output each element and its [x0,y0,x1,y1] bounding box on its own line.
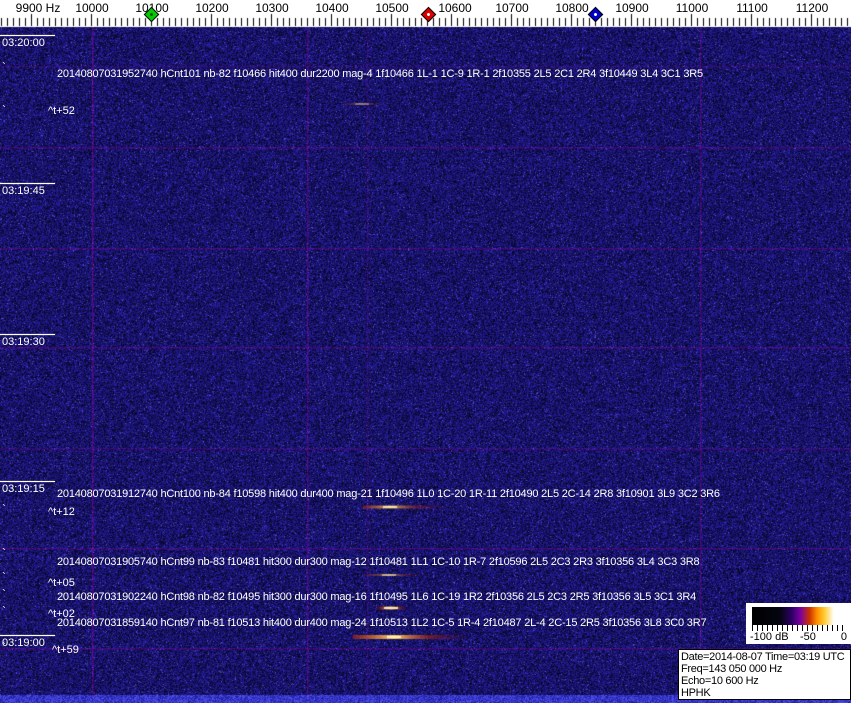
blue-marker-dot [593,12,597,16]
time-label: 03:19:15 [2,483,45,495]
freq-tick-label: 10800 [555,1,588,15]
detection-log-line: 20140807031905740 hCnt99 nb-83 f10481 hi… [57,556,699,568]
edge-tick-mark: ` [2,63,6,71]
edge-tick-mark: ` [2,106,6,114]
freq-tick-label: 10700 [495,1,528,15]
info-echo: Echo=10 600 Hz [681,675,848,687]
freq-tick-label: 10600 [438,1,471,15]
time-offset-marker: ^t+02 [48,608,75,620]
detection-log-line: 20140807031912740 hCnt100 nb-84 f10598 h… [57,488,720,500]
time-tick-line [0,334,55,335]
status-info-box: Date=2014-08-07 Time=03:19 UTC Freq=143 … [678,649,851,700]
detection-log-line: 20140807031859140 hCnt97 nb-81 f10513 hi… [57,617,706,629]
edge-tick-mark: ` [2,505,6,513]
info-frequency: Freq=143 050 000 Hz [681,663,848,675]
red-marker-dot [426,12,430,16]
freq-tick-label: 10200 [195,1,228,15]
time-offset-marker: ^t+12 [48,506,75,518]
time-tick-line [0,481,55,482]
freq-tick-label: 11000 [676,1,708,15]
scale-mid-label: -50 [800,631,816,643]
edge-tick-mark: ` [2,643,6,651]
meteor-echo-spectrogram-window: 9900 Hz100001010010200103001040010500106… [0,0,851,703]
db-color-scale: -100 dB -50 0 [746,603,851,644]
edge-tick-mark: ` [2,590,6,598]
detection-log-line: 20140807031902240 hCnt98 nb-82 f10495 hi… [57,591,696,603]
info-date-time: Date=2014-08-07 Time=03:19 UTC [681,651,848,663]
freq-tick-label: 10400 [315,1,348,15]
freq-tick-label: 10500 [375,1,408,15]
time-offset-marker: ^t+52 [48,105,75,117]
freq-tick-label: 10000 [75,1,108,15]
edge-tick-mark: ` [2,573,6,581]
edge-tick-mark: ` [2,549,6,557]
freq-tick-label: 10900 [615,1,648,15]
time-offset-marker: ^t+59 [52,644,79,656]
time-tick-line [0,183,55,184]
time-offset-marker: ^t+05 [48,577,75,589]
freq-tick-label: 9900 Hz [16,1,61,15]
scale-max-label: 0 [841,631,847,643]
edge-tick-mark: ` [2,607,6,615]
color-scale-labels: -100 dB -50 0 [746,631,851,644]
freq-tick-label: 11200 [796,1,828,15]
time-label: 03:20:00 [2,37,45,49]
time-tick-line [0,635,55,636]
detection-log-line: 20140807031952740 hCnt101 nb-82 f10466 h… [57,68,703,80]
time-label: 03:19:00 [2,637,45,649]
info-station-id: HPHK [681,687,848,699]
green-marker-dot [149,12,153,16]
freq-tick-label: 11100 [736,1,768,15]
freq-tick-label: 10300 [255,1,288,15]
scale-min-label: -100 dB [750,631,789,643]
time-label: 03:19:30 [2,336,45,348]
time-tick-line [0,35,55,36]
time-label: 03:19:45 [2,185,45,197]
color-gradient-bar [752,607,845,625]
